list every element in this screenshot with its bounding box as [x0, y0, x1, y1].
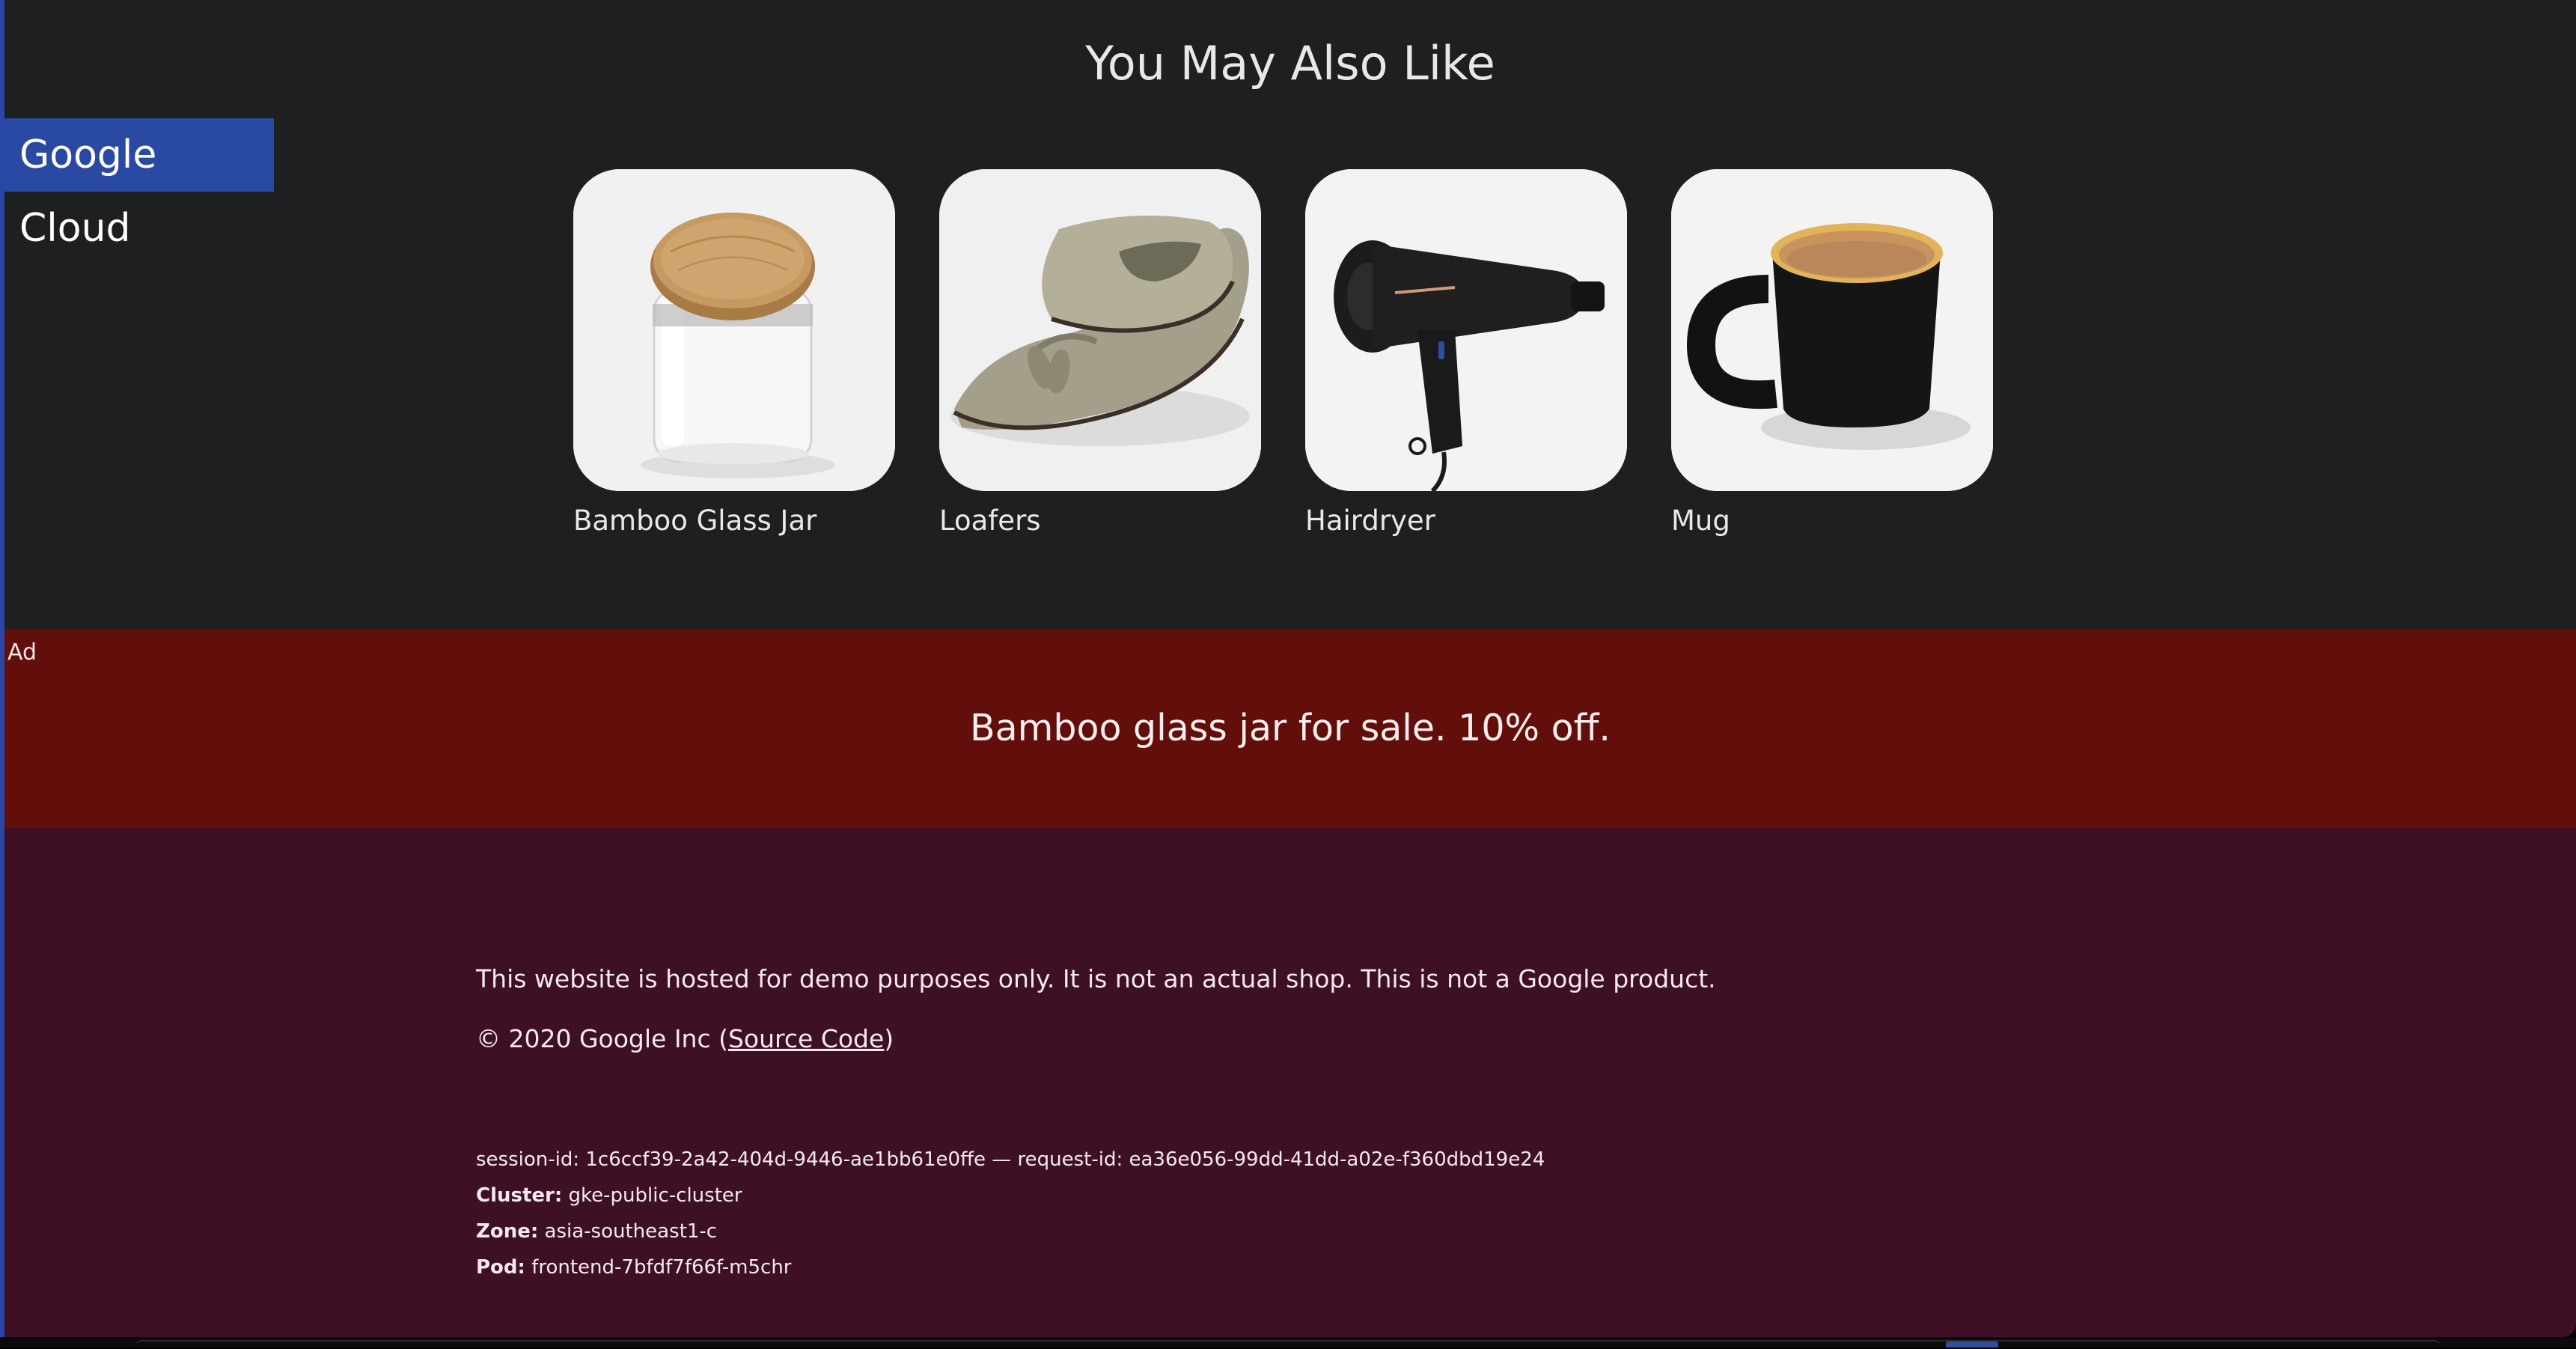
page: You May Also Like Google Cloud Bamboo Gl…: [0, 0, 2576, 1337]
footer-disclaimer: This website is hosted for demo purposes…: [476, 964, 1716, 993]
session-info: session-id: 1c6ccf39-2a42-404d-9446-ae1b…: [476, 1148, 1545, 1171]
footer: This website is hosted for demo purposes…: [4, 828, 2576, 1337]
product-card-bamboo-glass-jar[interactable]: Bamboo Glass Jar: [573, 169, 895, 537]
loafers-image[interactable]: [939, 169, 1261, 491]
mug-image[interactable]: [1671, 169, 1993, 491]
recommendations-title: You May Also Like: [1085, 36, 1495, 91]
pod-value: frontend-7bfdf7f66f-m5chr: [531, 1256, 792, 1279]
cluster-info: Cluster: gke-public-cluster: [476, 1184, 742, 1207]
recommendations-section: You May Also Like Google Cloud Bamboo Gl…: [4, 0, 2576, 629]
product-name[interactable]: Hairdryer: [1305, 505, 1627, 537]
ad-label: Ad: [7, 639, 37, 666]
hairdryer-image[interactable]: [1305, 169, 1627, 491]
google-cloud-badge: Google Cloud: [4, 118, 274, 251]
product-card-mug[interactable]: Mug: [1671, 169, 1993, 537]
ad-banner: Ad Bamboo glass jar for sale. 10% off.: [4, 629, 2576, 828]
product-card-hairdryer[interactable]: Hairdryer: [1305, 169, 1627, 537]
ad-text-link[interactable]: Bamboo glass jar for sale. 10% off.: [4, 707, 2576, 749]
glass-jar-illustration: [573, 169, 895, 491]
footer-copyright: © 2020 Google Inc (Source Code): [476, 1024, 894, 1053]
pod-label: Pod:: [476, 1256, 525, 1279]
screen-bottom-edge: [0, 1337, 2576, 1348]
zone-label: Zone:: [476, 1220, 539, 1243]
zone-info: Zone: asia-southeast1-c: [476, 1220, 717, 1243]
product-name[interactable]: Loafers: [939, 505, 1261, 537]
product-name[interactable]: Bamboo Glass Jar: [573, 505, 895, 537]
source-code-link[interactable]: Source Code: [728, 1024, 884, 1053]
pod-info: Pod: frontend-7bfdf7f66f-m5chr: [476, 1256, 792, 1279]
bamboo-glass-jar-image[interactable]: [573, 169, 895, 491]
hairdryer-illustration: [1305, 169, 1627, 491]
copyright-prefix: © 2020 Google Inc (: [476, 1024, 728, 1053]
dock-indicator-icon: [1946, 1342, 1998, 1348]
product-card-loafers[interactable]: Loafers: [939, 169, 1261, 537]
product-name[interactable]: Mug: [1671, 505, 1993, 537]
loafers-illustration: [939, 169, 1261, 491]
zone-value: asia-southeast1-c: [544, 1220, 718, 1243]
cluster-value: gke-public-cluster: [568, 1184, 742, 1207]
dock-edge: [135, 1340, 2441, 1349]
mug-illustration: [1671, 169, 1993, 491]
copyright-suffix: ): [884, 1024, 894, 1053]
cluster-label: Cluster:: [476, 1184, 563, 1207]
